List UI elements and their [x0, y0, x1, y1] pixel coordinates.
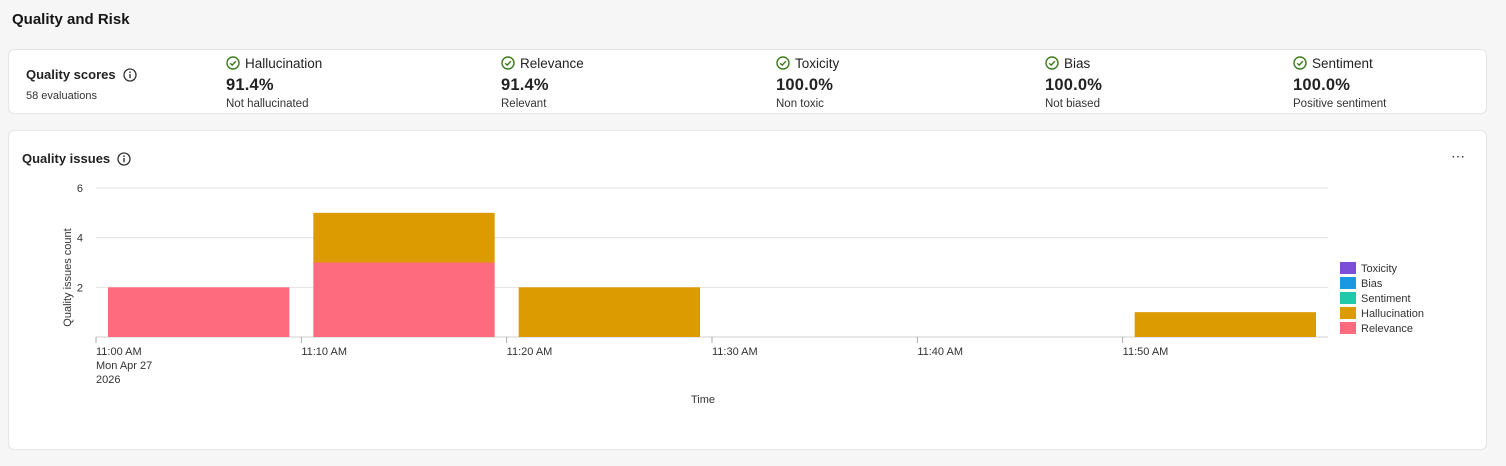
metric-name: Toxicity [795, 55, 840, 71]
legend-swatch [1340, 307, 1356, 319]
metric-value: 91.4% [226, 76, 274, 94]
metric-name: Relevance [520, 55, 584, 71]
legend-label: Hallucination [1361, 308, 1424, 320]
metric-value: 91.4% [501, 76, 549, 94]
check-circle-icon [226, 56, 240, 70]
y-tick-label: 4 [77, 233, 83, 245]
metric-sub: Relevant [501, 98, 547, 110]
metric-hallucination: Hallucination 91.4% Not hallucinated [226, 54, 323, 111]
quality-issues-chart: 2 4 6 11:00 AM 11:10 AM 11:20 AM 11:30 AM 11:40… [62, 183, 1424, 406]
x-tick-label: 11:00 AM [96, 346, 142, 358]
bar-relevance [108, 287, 290, 337]
x-axis-title: Time [691, 394, 715, 406]
bar-relevance [313, 262, 495, 337]
check-circle-icon [1293, 56, 1307, 70]
metric-name: Hallucination [245, 55, 323, 71]
legend-label: Toxicity [1361, 263, 1398, 275]
metric-sub: Non toxic [776, 98, 824, 110]
metric-name: Bias [1064, 55, 1091, 71]
legend-swatch [1340, 277, 1356, 289]
metric-value: 100.0% [776, 76, 834, 94]
legend-label: Sentiment [1361, 293, 1411, 305]
info-icon[interactable] [122, 67, 137, 82]
x-tick-label: 11:10 AM [301, 346, 347, 358]
legend-swatch [1340, 262, 1356, 274]
metric-name: Sentiment [1312, 55, 1373, 71]
bar-hallucination [313, 212, 495, 263]
metric-value: 100.0% [1045, 76, 1103, 94]
x-tick-label: 11:50 AM [1123, 346, 1169, 358]
bar-hallucination [1134, 312, 1316, 337]
check-circle-icon [501, 56, 515, 70]
x-tick-date-label: 2026 [96, 374, 120, 386]
quality-scores-header: Quality scores [26, 67, 137, 82]
x-tick-label: 11:40 AM [917, 346, 963, 358]
legend-label: Relevance [1361, 323, 1413, 335]
metric-sub: Positive sentiment [1293, 98, 1387, 110]
x-tick-date-label: Mon Apr 27 [96, 360, 152, 372]
y-tick-label: 2 [77, 282, 83, 294]
quality-scores-card: Quality scores 58 evaluations Hallucinat… [8, 49, 1487, 114]
metric-relevance: Relevance 91.4% Relevant [501, 54, 584, 111]
metric-toxicity: Toxicity 100.0% Non toxic [776, 54, 840, 111]
legend-label: Bias [1361, 278, 1383, 290]
y-axis-title: Quality issues count [62, 228, 74, 326]
legend-swatch [1340, 292, 1356, 304]
x-tick-label: 11:30 AM [712, 346, 758, 358]
metric-sentiment: Sentiment 100.0% Positive sentiment [1293, 54, 1387, 111]
evaluations-count: 58 evaluations [26, 90, 97, 102]
quality-issues-card: Quality issues ⋯ 2 4 6 11:00 AM 11:10 AM 11:2… [8, 130, 1487, 450]
x-tick-label: 11:20 AM [507, 346, 553, 358]
legend-swatch [1340, 322, 1356, 334]
metric-bias: Bias 100.0% Not biased [1045, 54, 1103, 111]
metric-sub: Not biased [1045, 98, 1100, 110]
metric-value: 100.0% [1293, 76, 1351, 94]
metric-sub: Not hallucinated [226, 98, 309, 110]
quality-scores-label: Quality scores [26, 67, 116, 82]
check-circle-icon [776, 56, 790, 70]
section-title: Quality and Risk [12, 11, 130, 28]
y-tick-label: 6 [77, 183, 83, 195]
check-circle-icon [1045, 56, 1059, 70]
bar-hallucination [518, 287, 700, 337]
